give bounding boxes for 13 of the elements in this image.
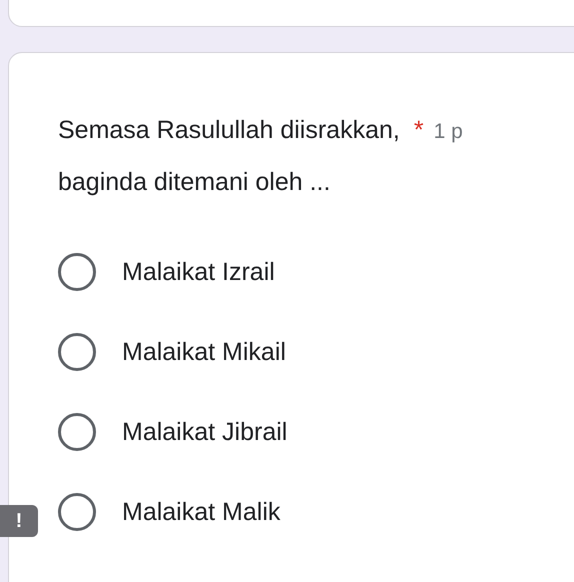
- radio-button[interactable]: [58, 333, 96, 371]
- option-label[interactable]: Malaikat Jibrail: [122, 418, 288, 446]
- radio-button[interactable]: [58, 493, 96, 531]
- option-label[interactable]: Malaikat Mikail: [122, 338, 286, 366]
- required-mark: *: [414, 115, 424, 146]
- option-label[interactable]: Malaikat Izrail: [122, 258, 275, 286]
- option-label[interactable]: Malaikat Malik: [122, 498, 280, 526]
- warning-badge: !: [0, 505, 38, 537]
- question-title: baginda ditemani oleh ...: [58, 167, 330, 198]
- radio-button[interactable]: [58, 413, 96, 451]
- radio-button[interactable]: [58, 253, 96, 291]
- points-label: 1 p: [434, 119, 463, 145]
- question-title: Semasa Rasulullah diisrakkan,: [58, 115, 400, 146]
